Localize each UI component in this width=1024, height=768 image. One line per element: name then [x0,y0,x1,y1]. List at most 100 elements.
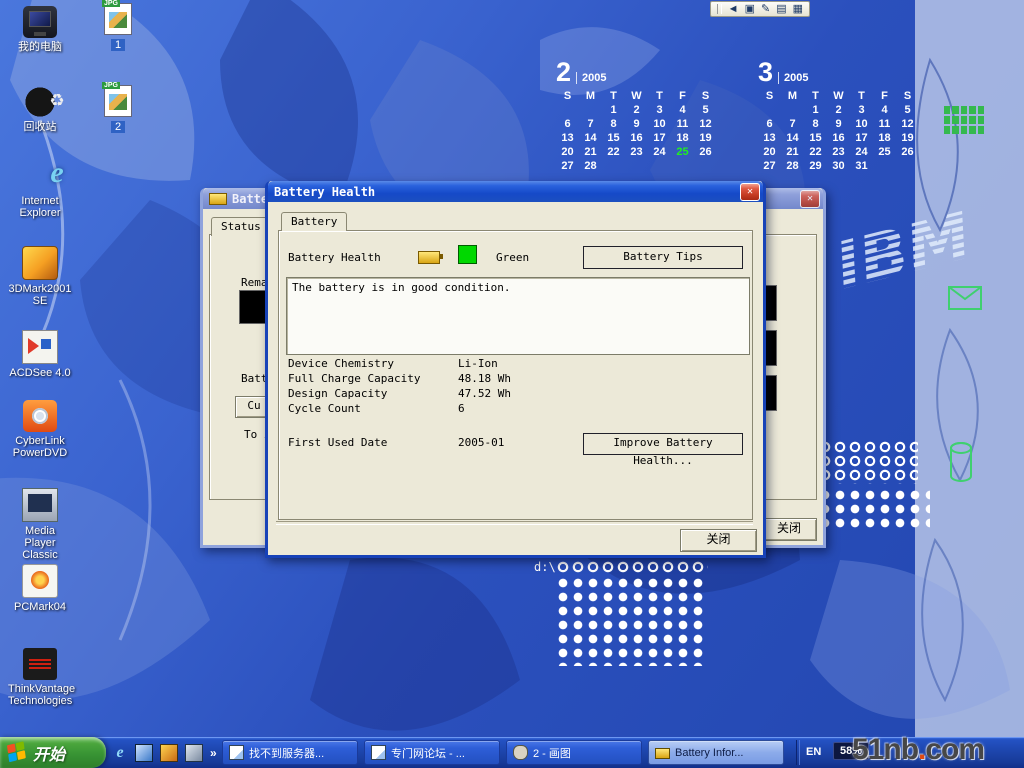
spec-value: 48.18 Wh [458,372,511,385]
calendar-grid: SMTWTFS123456789101112131415161718192021… [758,90,919,174]
bgwindow-close-icon[interactable]: ✕ [800,190,820,208]
calendar-day: 23 [827,146,850,160]
desktop-icon-my-computer[interactable]: 我的电脑 [8,6,72,53]
calendar-year: 2005 [576,72,606,84]
keyboard-icon[interactable]: ▦ [793,2,803,16]
media-player-classic-icon [22,488,58,522]
desktop-icon-acdsee[interactable]: ACDSee 4.0 [8,330,72,379]
desktop-file-label: 1 [111,39,125,51]
dialog-close-button[interactable]: 关闭 [680,529,757,552]
spec-value: Li-Ion [458,357,498,370]
battery-spec-row: Cycle Count6 [288,402,728,417]
desktop-icon-label: Internet Explorer [8,195,72,219]
calendar-day: 6 [758,118,781,132]
calendar-day: 31 [850,160,873,174]
powerdvd-icon [23,400,57,432]
pen-icon[interactable]: ✎ [761,2,770,16]
calendar-day: 21 [781,146,804,160]
calendar-day: 13 [758,132,781,146]
battery-health-titlebar[interactable]: Battery Health ✕ [268,181,763,202]
calendar-day: 2 [827,104,850,118]
calendar-header: 32005 [758,54,919,86]
battery-health-title: Battery Health [274,185,375,199]
display-icon[interactable]: ▣ [745,2,755,16]
toolbar-grip[interactable] [717,4,722,14]
speaker-icon[interactable]: ◄ [728,2,739,16]
improve-battery-health-button[interactable]: Improve Battery Health... [583,433,743,455]
calendar-day: 8 [804,118,827,132]
calendar-day: 11 [671,118,694,132]
jpg-file-icon [104,3,132,35]
calendar-day: 18 [671,132,694,146]
calendar-day [602,160,625,174]
calendar-day: 29 [804,160,827,174]
battery-tips-button[interactable]: Battery Tips [583,246,743,269]
calendar-day: 12 [896,118,919,132]
spec-label: Full Charge Capacity [288,372,458,385]
calendar-day [758,104,781,118]
dialog-close-icon[interactable]: ✕ [740,183,760,201]
desktop-icon-pcmark04[interactable]: PCMark04 [8,564,72,613]
calendar-day [556,104,579,118]
tab-battery[interactable]: Battery [281,212,347,231]
calendar-day-header: T [602,90,625,104]
quicklaunch-show-desktop-icon[interactable] [135,744,153,762]
start-button[interactable]: 开始 [0,737,106,768]
health-status-swatch [458,245,477,264]
taskbar-task-3[interactable]: 2 - 画图 [506,740,642,765]
quicklaunch-acdsee-icon[interactable] [185,744,203,762]
dot-matrix-filled [556,576,708,666]
calendar-day: 17 [648,132,671,146]
desktop-file-2[interactable]: 2 [98,85,138,135]
battery-health-label: Battery Health [288,251,381,264]
calendar-month: 2 [556,59,571,86]
calendar-day-header: W [625,90,648,104]
calendar-day [694,160,717,174]
battery-spec-row: Device ChemistryLi-Ion [288,357,728,372]
quicklaunch-internet-explorer-icon[interactable]: e [112,745,128,761]
calendar-day-header: S [556,90,579,104]
database-cylinder-icon [948,440,974,484]
recycle-bin-icon [23,86,57,118]
taskbar-task-1[interactable]: 找不到服务器... [222,740,358,765]
bgwindow-close-button[interactable]: 关闭 [761,518,817,541]
desktop-icon-recycle-bin[interactable]: 回收站 [8,86,72,133]
calendar-day: 4 [671,104,694,118]
calendar-february-2005: 22005SMTWTFS1234567891011121314151617181… [556,54,717,174]
quicklaunch-overflow-chevron[interactable]: » [210,746,217,760]
tab-status[interactable]: Status [211,217,271,236]
spec-value: 47.52 Wh [458,387,511,400]
taskbar-task-4[interactable]: Battery Infor... [648,740,784,765]
calendar-day: 11 [873,118,896,132]
desktop-icon-thinkvantage-technologies[interactable]: ThinkVantage Technologies [8,648,72,707]
spec-label: Device Chemistry [288,357,458,370]
desktop-icon-media-player-classic[interactable]: Media Player Classic [8,488,72,561]
calendar-day: 10 [850,118,873,132]
desktop-icon-cyberlink-powerdvd[interactable]: CyberLink PowerDVD [8,400,72,459]
grid-icon[interactable]: ▤ [776,2,786,16]
calendar-day: 27 [556,160,579,174]
windows-logo-icon [7,741,28,764]
language-indicator[interactable]: EN [806,746,821,758]
taskbar-task-2[interactable]: 专门网论坛 - ... [364,740,500,765]
calendar-day-header: F [873,90,896,104]
calendar-day: 3 [850,104,873,118]
calendar-day: 2 [625,104,648,118]
calendar-day: 22 [804,146,827,160]
desktop-file-1[interactable]: 1 [98,3,138,53]
desktop-icon-internet-explorer[interactable]: Internet Explorer [8,160,72,219]
condition-textbox[interactable]: The battery is in good condition. [286,277,750,355]
calendar-day: 9 [827,118,850,132]
taskbar-task-buttons: 找不到服务器...专门网论坛 - ...2 - 画图Battery Infor.… [222,740,784,765]
calendar-day: 21 [579,146,602,160]
quicklaunch-media-player-icon[interactable] [160,744,178,762]
calendar-day [896,160,919,174]
calendar-month: 3 [758,59,773,86]
floating-toolbar[interactable]: ◄ ▣ ✎ ▤ ▦ [710,1,810,17]
calendar-day: 28 [579,160,602,174]
battery-spec-row: Design Capacity47.52 Wh [288,387,728,402]
calendar-day: 12 [694,118,717,132]
calendar-day: 19 [694,132,717,146]
quick-launch-bar: e » [112,742,217,764]
desktop-icon-3dmark2001-se[interactable]: 3DMark2001 SE [8,246,72,307]
